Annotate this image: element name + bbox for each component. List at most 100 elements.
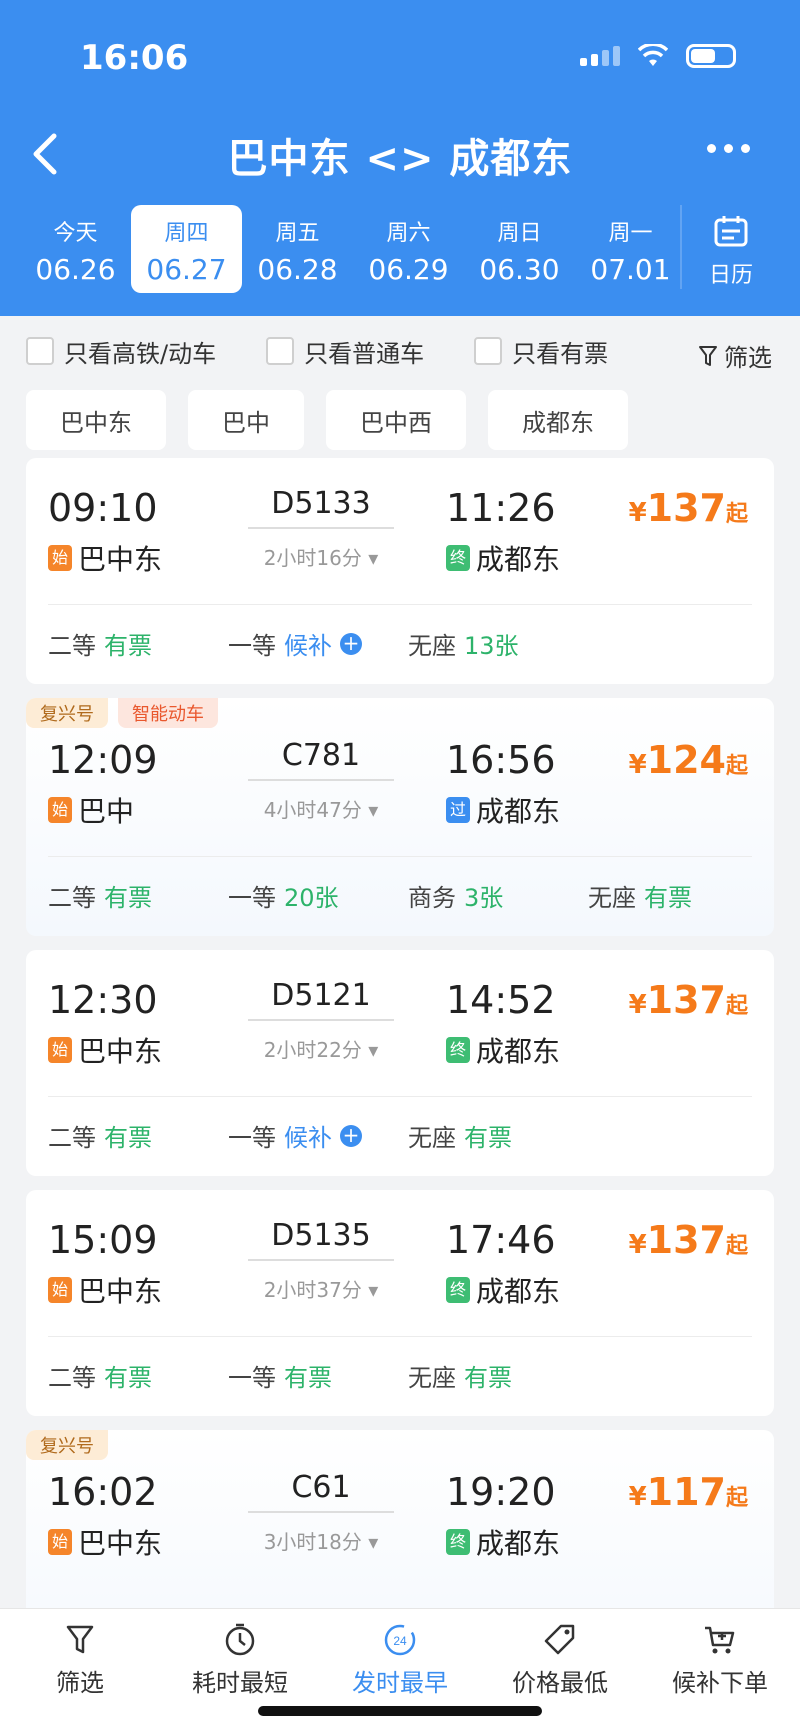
calendar-icon (714, 216, 748, 247)
divider (48, 604, 752, 605)
price-tag-icon (544, 1624, 575, 1655)
arrive-station: 终成都东 (446, 1522, 560, 1562)
duration[interactable]: 2小时16分 ▾ (228, 542, 414, 571)
station-chip[interactable]: 巴中东 (26, 390, 166, 450)
origin-badge: 始 (48, 1037, 72, 1063)
origin-badge: 始 (48, 1277, 72, 1303)
arrive-time: 17:46 (446, 1218, 556, 1262)
header: 16:06 巴中东 <> 成都东 今天 06.26 周四 06.27 周五 06.28… (0, 0, 800, 316)
terminal-badge: 终 (446, 1277, 470, 1303)
calendar-button[interactable]: 日历 (680, 205, 780, 289)
terminal-badge: 终 (446, 1037, 470, 1063)
price: ¥137起 (628, 1218, 748, 1262)
chevron-down-icon: ▾ (368, 546, 379, 570)
only-high-speed-checkbox[interactable]: 只看高铁/动车 (26, 334, 216, 369)
station-chip[interactable]: 巴中 (188, 390, 304, 450)
seat-availability[interactable]: 一等 20张 (228, 878, 339, 913)
filter-button[interactable]: 筛选 (698, 338, 772, 373)
train-tag: 复兴号 (26, 1430, 108, 1460)
price: ¥117起 (628, 1470, 748, 1514)
seat-status: 13张 (464, 632, 519, 660)
filter-bar: 只看高铁/动车 只看普通车 只看有票 筛选 (0, 316, 800, 386)
terminal-badge: 过 (446, 797, 470, 823)
only-available-checkbox[interactable]: 只看有票 (474, 334, 608, 369)
seat-availability[interactable]: 商务 3张 (408, 878, 503, 913)
train-summary: 16:02 始巴中东 C61 3小时18分 ▾ 19:20 终成都东 ¥117起 (48, 1470, 748, 1580)
train-card[interactable]: 复兴号 智能动车 12:09 始巴中 C781 4小时47分 ▾ 16:56 过成都东 ¥124… (26, 698, 774, 936)
arrive-time: 14:52 (446, 978, 556, 1022)
depart-time: 15:09 (48, 1218, 158, 1262)
seat-status: 有票 (104, 884, 152, 912)
add-waitlist-icon[interactable]: + (340, 632, 362, 655)
train-summary: 12:09 始巴中 C781 4小时47分 ▾ 16:56 过成都东 ¥124起 (48, 738, 748, 848)
seat-availability[interactable]: 一等 候补 + (228, 1118, 362, 1153)
duration[interactable]: 4小时47分 ▾ (228, 794, 414, 823)
date-tab-2[interactable]: 周五 06.28 (242, 205, 353, 293)
seat-availability[interactable]: 一等 有票 (228, 1358, 332, 1393)
seat-class: 二等 (48, 1124, 96, 1152)
date-tab-0[interactable]: 今天 06.26 (20, 205, 131, 293)
price: ¥137起 (628, 978, 748, 1022)
tab-filter[interactable]: 筛选 (0, 1609, 160, 1734)
date-tab-1[interactable]: 周四 06.27 (131, 205, 242, 293)
duration[interactable]: 3小时18分 ▾ (228, 1526, 414, 1555)
seat-availability[interactable]: 二等 有票 (48, 626, 152, 661)
depart-station: 始巴中东 (48, 1522, 162, 1562)
seat-status: 有票 (284, 1364, 332, 1392)
terminal-badge: 终 (446, 1529, 470, 1555)
only-regular-checkbox[interactable]: 只看普通车 (266, 334, 424, 369)
date-tab-3[interactable]: 周六 06.29 (353, 205, 464, 293)
seat-class: 无座 (408, 632, 456, 660)
arrive-time: 16:56 (446, 738, 556, 782)
train-card[interactable]: 15:09 始巴中东 D5135 2小时37分 ▾ 17:46 终成都东 ¥137起 二等 有票… (26, 1190, 774, 1416)
home-indicator (258, 1706, 542, 1716)
duration[interactable]: 2小时37分 ▾ (228, 1274, 414, 1303)
origin-badge: 始 (48, 797, 72, 823)
arrive-time: 11:26 (446, 486, 556, 530)
add-waitlist-icon[interactable]: + (340, 1124, 362, 1147)
chevron-down-icon: ▾ (368, 1278, 379, 1302)
seat-class: 无座 (588, 884, 636, 912)
page-title: 巴中东 <> 成都东 (227, 136, 573, 182)
train-summary: 09:10 始巴中东 D5133 2小时16分 ▾ 11:26 终成都东 ¥137起 (48, 486, 748, 596)
chevron-down-icon: ▾ (368, 1530, 379, 1554)
arrive-station: 终成都东 (446, 1270, 560, 1310)
station-chip[interactable]: 巴中西 (326, 390, 466, 450)
seat-availability[interactable]: 无座 有票 (588, 878, 692, 913)
seat-availability[interactable]: 二等 有票 (48, 1118, 152, 1153)
status-icons (580, 44, 736, 68)
seat-availability[interactable]: 无座 有票 (408, 1358, 512, 1393)
seat-status: 有票 (644, 884, 692, 912)
train-tags: 复兴号 智能动车 (26, 698, 218, 728)
tab-waitlist[interactable]: 候补下单 (640, 1609, 800, 1734)
terminal-badge: 终 (446, 545, 470, 571)
depart-station: 始巴中东 (48, 538, 162, 578)
seat-availability[interactable]: 二等 有票 (48, 1358, 152, 1393)
seat-class: 一等 (228, 1364, 276, 1392)
more-icon[interactable] (707, 144, 750, 153)
train-card[interactable]: 12:30 始巴中东 D5121 2小时22分 ▾ 14:52 终成都东 ¥137起 二等 有票… (26, 950, 774, 1176)
divider (48, 1096, 752, 1097)
seat-availability[interactable]: 无座 13张 (408, 626, 519, 661)
seat-class: 二等 (48, 1364, 96, 1392)
train-tag: 复兴号 (26, 698, 108, 728)
duration[interactable]: 2小时22分 ▾ (228, 1034, 414, 1063)
date-tab-4[interactable]: 周日 06.30 (464, 205, 575, 293)
arrive-station: 终成都东 (446, 538, 560, 578)
train-tags: 复兴号 (26, 1430, 108, 1460)
seat-status: 有票 (104, 632, 152, 660)
seat-availability[interactable]: 无座 有票 (408, 1118, 512, 1153)
date-tab-5[interactable]: 周一 07.01 (575, 205, 686, 293)
filter-icon (66, 1625, 94, 1654)
seat-availability[interactable]: 二等 有票 (48, 878, 152, 913)
station-chip[interactable]: 成都东 (488, 390, 628, 450)
origin-badge: 始 (48, 545, 72, 571)
depart-time: 12:30 (48, 978, 158, 1022)
divider (48, 856, 752, 857)
train-card[interactable]: 09:10 始巴中东 D5133 2小时16分 ▾ 11:26 终成都东 ¥137起 二等 有票… (26, 458, 774, 684)
seat-class: 二等 (48, 632, 96, 660)
seat-availability[interactable]: 一等 候补 + (228, 626, 362, 661)
seat-status: 有票 (104, 1364, 152, 1392)
seat-status: 有票 (104, 1124, 152, 1152)
origin-badge: 始 (48, 1529, 72, 1555)
